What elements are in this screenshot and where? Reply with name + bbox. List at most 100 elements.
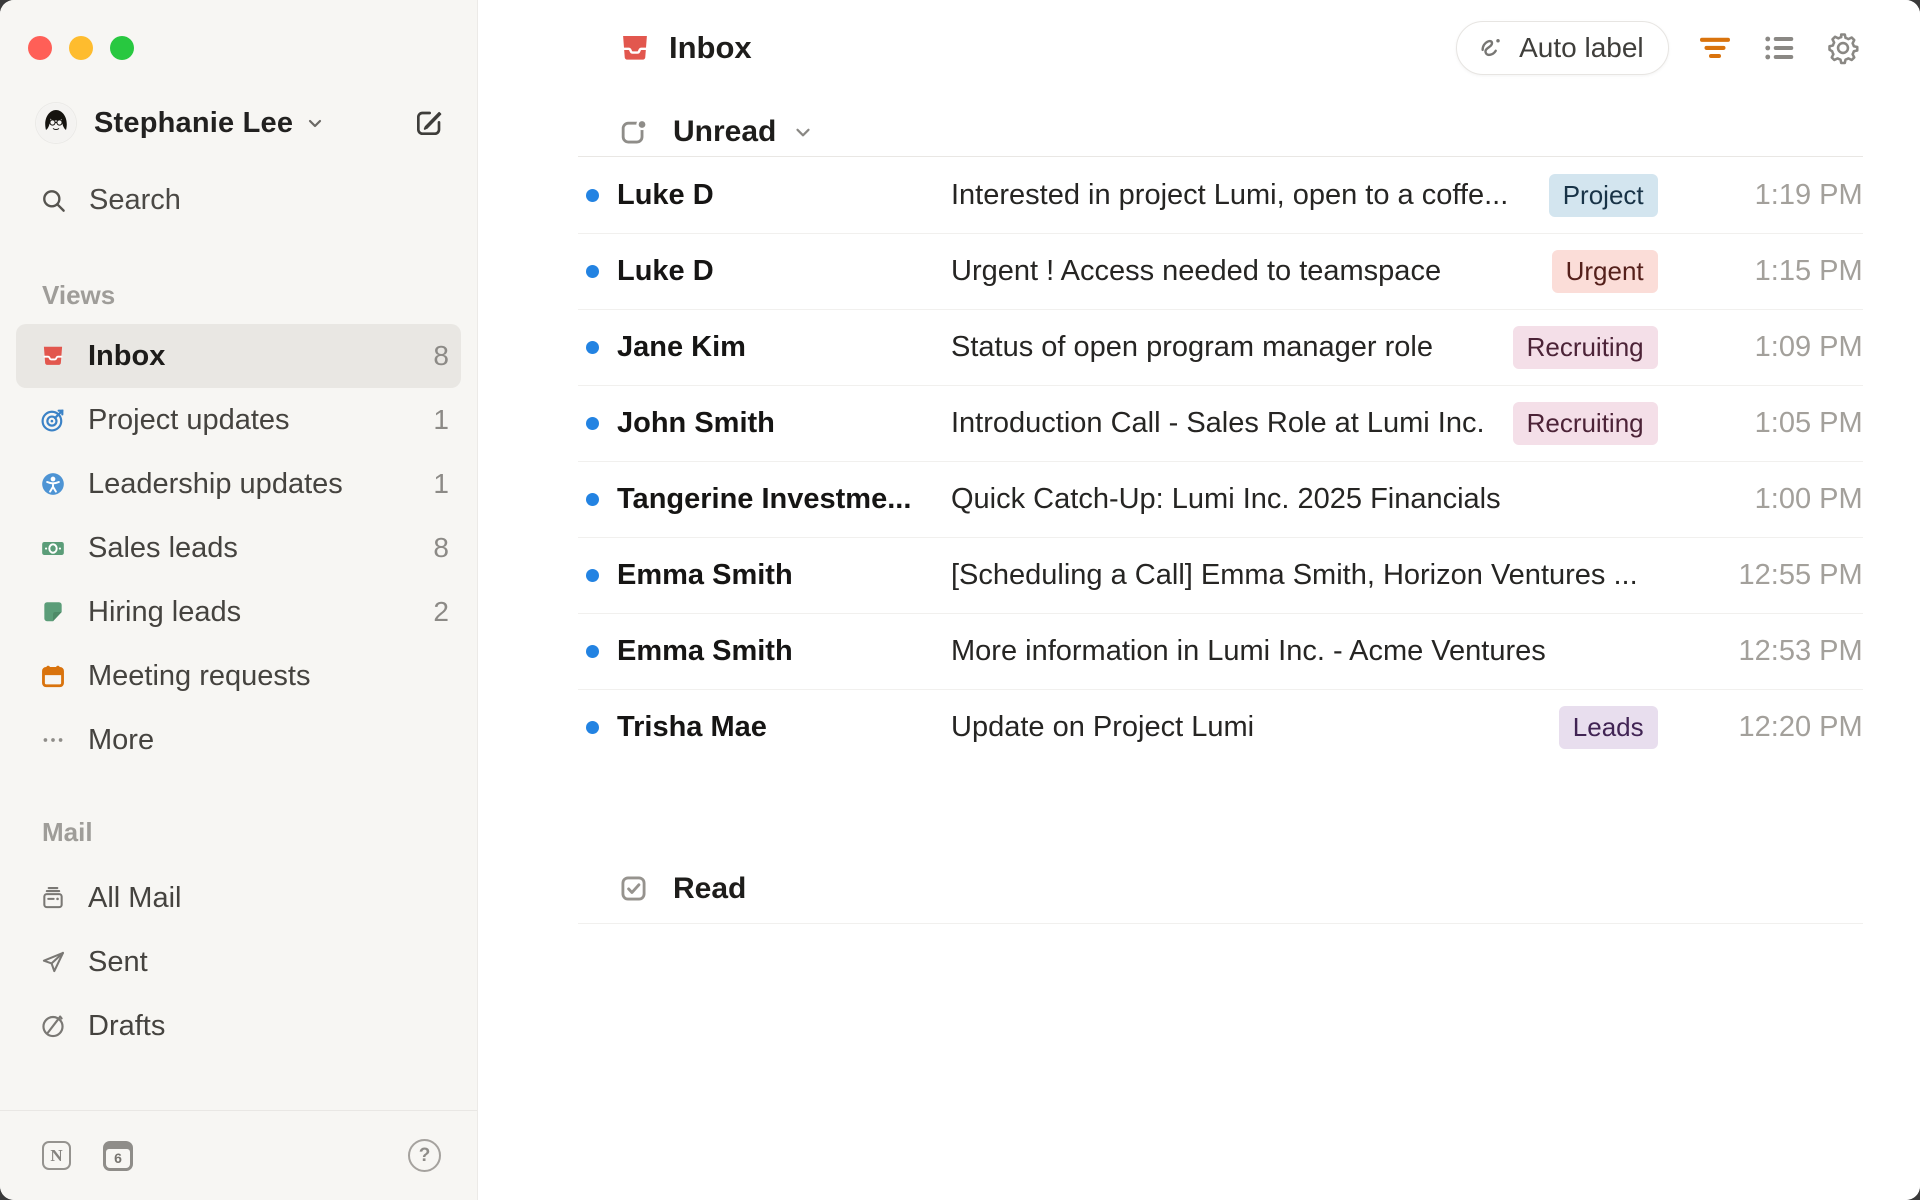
email-row[interactable]: Emma Smith [Scheduling a Call] Emma Smit… bbox=[578, 537, 1863, 613]
auto-label-button-label: Auto label bbox=[1519, 32, 1644, 63]
email-sender: Jane Kim bbox=[617, 331, 746, 363]
unread-dot-icon bbox=[586, 265, 599, 278]
calendar-app-icon[interactable]: 6 bbox=[103, 1140, 133, 1171]
sent-icon bbox=[40, 949, 66, 975]
calendar-icon bbox=[40, 663, 66, 689]
unread-dot-icon bbox=[586, 188, 599, 202]
sidebar-item-label: More bbox=[88, 723, 155, 756]
sidebar-mail-item[interactable]: Sent bbox=[16, 930, 461, 994]
email-tag-badge: Urgent bbox=[1551, 250, 1658, 293]
email-subject: [Scheduling a Call] Emma Smith, Horizon … bbox=[951, 559, 1638, 591]
sidebar-item-count: 1 bbox=[433, 468, 449, 499]
email-row[interactable]: Luke D Urgent ! Access needed to teamspa… bbox=[578, 233, 1863, 309]
email-sender: Luke D bbox=[617, 178, 714, 211]
unread-dot-icon bbox=[586, 493, 599, 506]
sidebar-view-item[interactable]: Sales leads 8 bbox=[16, 516, 461, 580]
page-title: Inbox bbox=[669, 30, 752, 65]
compose-button[interactable] bbox=[413, 107, 445, 139]
drafts-icon bbox=[40, 1013, 66, 1039]
more-icon bbox=[40, 727, 66, 753]
sidebar-item-count: 8 bbox=[433, 532, 449, 563]
sidebar-item-label: Sent bbox=[88, 945, 148, 978]
minimize-window-button[interactable] bbox=[69, 36, 93, 60]
email-row[interactable]: John Smith Introduction Call - Sales Rol… bbox=[578, 385, 1863, 461]
mail-list: All Mail Sent Drafts bbox=[0, 866, 477, 1058]
email-subject: More information in Lumi Inc. - Acme Ven… bbox=[951, 635, 1546, 667]
unread-section-header[interactable]: Unread bbox=[578, 96, 1863, 157]
filter-icon[interactable] bbox=[1697, 30, 1733, 66]
email-time: 12:55 PM bbox=[1738, 559, 1863, 591]
email-list-section: Unread Luke D Interested in project Lumi… bbox=[578, 96, 1863, 924]
email-sender: Trisha Mae bbox=[617, 711, 767, 743]
email-time: 12:53 PM bbox=[1738, 635, 1863, 667]
topbar: Inbox Auto label bbox=[478, 0, 1920, 96]
read-checkbox-icon bbox=[621, 876, 646, 901]
account-switcher[interactable]: Stephanie Lee bbox=[0, 99, 477, 147]
unread-section-label: Unread bbox=[673, 115, 777, 148]
sidebar-view-item[interactable]: Hiring leads 2 bbox=[16, 580, 461, 644]
email-subject: Introduction Call - Sales Role at Lumi I… bbox=[951, 407, 1485, 439]
sidebar-item-label: Sales leads bbox=[88, 531, 238, 564]
email-row[interactable]: Trisha Mae Update on Project Lumi Leads … bbox=[578, 689, 1863, 765]
unread-dot-icon bbox=[586, 721, 599, 734]
banknote-icon bbox=[40, 535, 66, 561]
unread-dot-icon bbox=[586, 417, 599, 430]
close-window-button[interactable] bbox=[28, 36, 52, 60]
email-sender: Emma Smith bbox=[617, 559, 793, 591]
email-row[interactable]: Emma Smith More information in Lumi Inc.… bbox=[578, 613, 1863, 689]
email-tag-badge: Leads bbox=[1558, 706, 1658, 749]
email-row[interactable]: Luke D Interested in project Lumi, open … bbox=[578, 157, 1863, 233]
email-row[interactable]: Jane Kim Status of open program manager … bbox=[578, 309, 1863, 385]
sidebar-item-label: Drafts bbox=[88, 1009, 166, 1042]
views-list: Inbox 8 Project updates 1 Leadership upd… bbox=[0, 324, 477, 772]
sidebar-view-item[interactable]: Inbox 8 bbox=[16, 324, 461, 388]
sidebar-item-count: 2 bbox=[433, 596, 449, 627]
notion-logo-icon[interactable]: N bbox=[42, 1141, 71, 1170]
email-time: 1:00 PM bbox=[1754, 483, 1863, 515]
email-row[interactable]: Tangerine Investme... Quick Catch-Up: Lu… bbox=[578, 461, 1863, 537]
inbox-icon bbox=[40, 343, 66, 369]
email-time: 1:15 PM bbox=[1754, 255, 1863, 287]
unread-dot-icon bbox=[586, 341, 599, 354]
zoom-window-button[interactable] bbox=[110, 36, 134, 60]
chevron-down-icon bbox=[305, 113, 325, 133]
email-time: 1:19 PM bbox=[1754, 178, 1863, 211]
mail-app-window: Stephanie Lee Search Views Inbox 8 Proje… bbox=[0, 0, 1920, 1200]
sidebar-mail-item[interactable]: All Mail bbox=[16, 866, 461, 930]
read-section-header[interactable]: Read bbox=[578, 868, 1863, 924]
email-subject: Update on Project Lumi bbox=[951, 711, 1255, 743]
auto-label-button[interactable]: Auto label bbox=[1456, 21, 1669, 75]
sidebar-view-item[interactable]: Project updates 1 bbox=[16, 388, 461, 452]
search-button[interactable]: Search bbox=[0, 184, 477, 216]
sidebar-item-label: Inbox bbox=[88, 339, 166, 372]
sidebar: Stephanie Lee Search Views Inbox 8 Proje… bbox=[0, 0, 478, 1200]
sidebar-view-item[interactable]: Meeting requests bbox=[16, 644, 461, 708]
sidebar-item-count: 1 bbox=[433, 404, 449, 435]
email-sender: John Smith bbox=[617, 407, 775, 439]
allmail-icon bbox=[40, 885, 66, 911]
mail-section-header: Mail bbox=[42, 817, 93, 847]
unread-dot-icon bbox=[586, 645, 599, 658]
list-view-icon[interactable] bbox=[1761, 30, 1797, 66]
sidebar-item-label: Leadership updates bbox=[88, 467, 343, 500]
email-tag-badge: Project bbox=[1548, 173, 1658, 217]
email-tag-badge: Recruiting bbox=[1512, 326, 1658, 369]
sidebar-view-item[interactable]: More bbox=[16, 708, 461, 772]
sidebar-item-count: 8 bbox=[433, 340, 449, 371]
avatar bbox=[36, 103, 76, 143]
settings-gear-icon[interactable] bbox=[1825, 30, 1861, 66]
sidebar-mail-item[interactable]: Drafts bbox=[16, 994, 461, 1058]
views-section-header: Views bbox=[42, 280, 116, 310]
sidebar-view-item[interactable]: Leadership updates 1 bbox=[16, 452, 461, 516]
sidebar-item-label: Hiring leads bbox=[88, 595, 242, 628]
sidebar-footer: N 6 ? bbox=[0, 1110, 477, 1200]
email-subject: Interested in project Lumi, open to a co… bbox=[951, 178, 1509, 211]
sidebar-item-label: All Mail bbox=[88, 881, 182, 914]
email-sender: Luke D bbox=[617, 255, 714, 287]
main-content: Inbox Auto label Unread Luke D Intereste… bbox=[478, 0, 1920, 1200]
sidebar-item-label: Meeting requests bbox=[88, 659, 311, 692]
help-icon[interactable]: ? bbox=[408, 1139, 441, 1172]
email-time: 1:09 PM bbox=[1754, 331, 1863, 363]
window-controls bbox=[28, 36, 134, 60]
user-name: Stephanie Lee bbox=[94, 106, 294, 139]
